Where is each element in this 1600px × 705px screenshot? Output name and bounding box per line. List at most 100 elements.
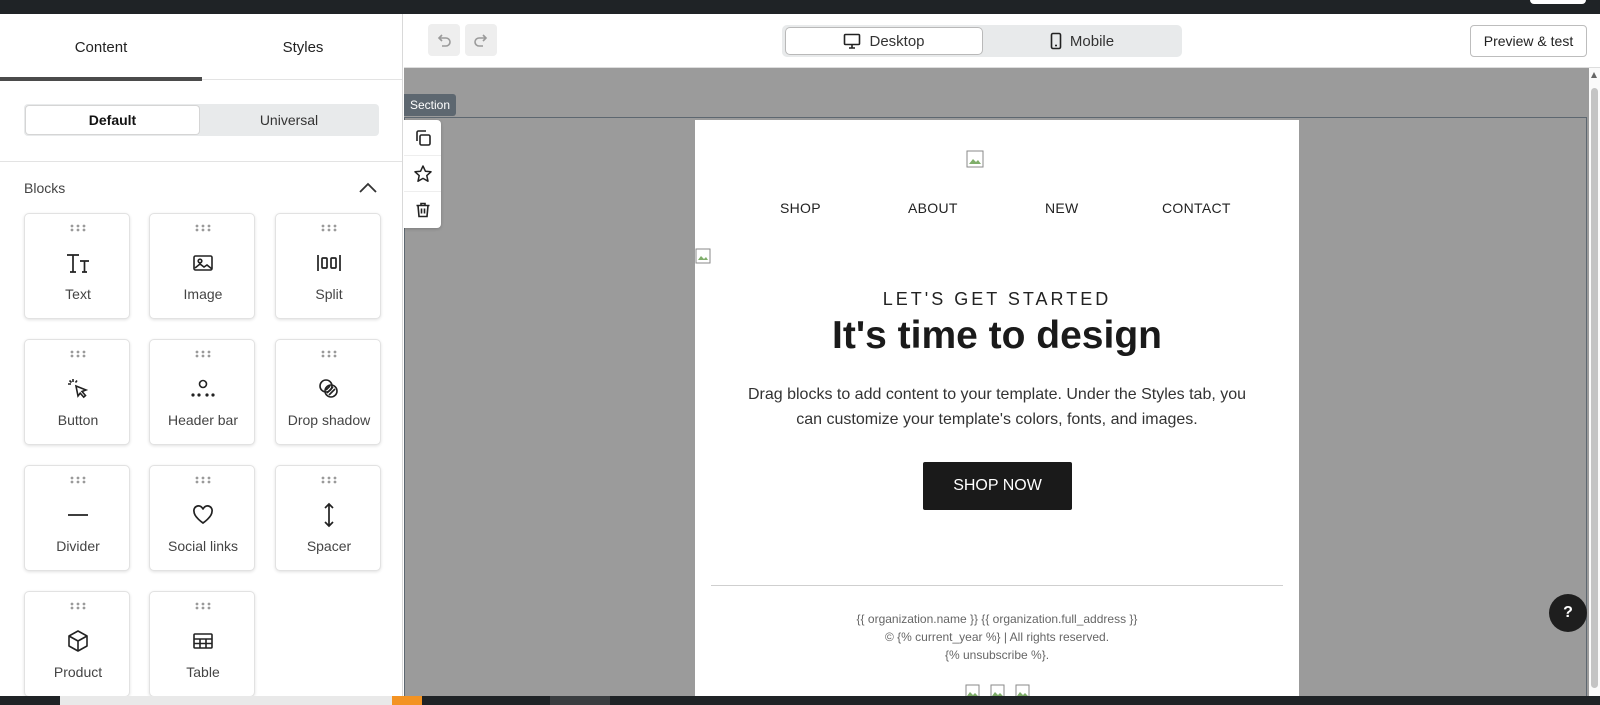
sidebar-divider xyxy=(0,161,402,162)
split-icon xyxy=(314,248,344,278)
undo-icon xyxy=(437,34,451,47)
editor-canvas: Section SHOP ABOUT NEW CONTACT LET'S GET… xyxy=(404,68,1589,696)
footer-copyright: © {% current_year %} | All rights reserv… xyxy=(884,630,1110,644)
email-preview[interactable]: SHOP ABOUT NEW CONTACT LET'S GET STARTED… xyxy=(695,120,1299,696)
block-label: Image xyxy=(183,286,223,302)
nav-about[interactable]: ABOUT xyxy=(908,200,958,216)
mobile-icon xyxy=(1050,32,1062,50)
block-table[interactable]: Table xyxy=(149,591,255,696)
block-divider[interactable]: Divider xyxy=(24,465,130,571)
email-body-text: Drag blocks to add content to your templ… xyxy=(747,386,1247,428)
email-nav: SHOP ABOUT NEW CONTACT xyxy=(695,200,1299,220)
toggle-universal[interactable]: Universal xyxy=(201,106,377,134)
top-bar-button[interactable] xyxy=(1530,0,1586,4)
tab-styles[interactable]: Styles xyxy=(202,14,402,80)
star-icon xyxy=(413,164,432,182)
spacer-icon xyxy=(314,500,344,530)
scroll-thumb[interactable] xyxy=(1591,88,1598,688)
delete-section-button[interactable] xyxy=(404,192,441,228)
block-label: Text xyxy=(65,286,91,302)
chevron-up-icon[interactable] xyxy=(357,177,379,199)
tab-content[interactable]: Content xyxy=(0,14,202,81)
device-desktop-button[interactable]: Desktop xyxy=(786,28,982,54)
cursor-click-icon xyxy=(63,374,93,404)
mode-toggle: Default Universal xyxy=(24,104,379,136)
drag-handle-icon xyxy=(195,350,211,358)
preview-test-button[interactable]: Preview & test xyxy=(1470,25,1587,57)
social-icon[interactable] xyxy=(990,684,1005,696)
drag-handle-icon xyxy=(321,350,337,358)
favorite-section-button[interactable] xyxy=(404,156,441,192)
block-label: Social links xyxy=(167,538,239,554)
block-drop-shadow[interactable]: Drop shadow xyxy=(275,339,381,445)
email-footer: {{ organization.name }} {{ organization.… xyxy=(695,610,1299,664)
table-icon xyxy=(188,626,218,656)
block-label: Split xyxy=(315,286,343,302)
help-button[interactable]: ? xyxy=(1549,594,1587,632)
toggle-default[interactable]: Default xyxy=(26,106,199,134)
social-icon[interactable] xyxy=(1015,684,1030,696)
duplicate-section-button[interactable] xyxy=(404,120,441,156)
block-label: Spacer xyxy=(306,538,352,554)
email-eyebrow: LET'S GET STARTED xyxy=(882,289,1112,309)
drag-handle-icon xyxy=(70,224,86,232)
shop-now-button[interactable]: SHOP NOW xyxy=(923,462,1072,510)
drag-handle-icon xyxy=(70,350,86,358)
block-header-bar[interactable]: Header bar xyxy=(149,339,255,445)
redo-icon xyxy=(474,34,488,47)
device-toggle: Desktop Mobile xyxy=(782,25,1182,57)
scroll-up-icon[interactable] xyxy=(1591,72,1597,78)
email-social-icons xyxy=(695,684,1299,696)
device-desktop-label: Desktop xyxy=(869,32,925,50)
drag-handle-icon xyxy=(321,476,337,484)
drag-handle-icon xyxy=(321,224,337,232)
cube-icon xyxy=(63,626,93,656)
footer-unsubscribe[interactable]: {% unsubscribe %}. xyxy=(695,646,1299,664)
editor-toolbar: Desktop Mobile Preview & test xyxy=(404,14,1600,68)
bottom-bar-segment xyxy=(550,696,610,705)
block-spacer[interactable]: Spacer xyxy=(275,465,381,571)
blocks-title: Blocks xyxy=(24,180,66,196)
block-button[interactable]: Button xyxy=(24,339,130,445)
header-bar-icon xyxy=(188,374,218,404)
block-label: Table xyxy=(186,664,220,680)
block-label: Button xyxy=(57,412,99,428)
social-icon[interactable] xyxy=(965,684,980,696)
bottom-bar-segment xyxy=(392,696,422,705)
block-text[interactable]: Text xyxy=(24,213,130,319)
copy-icon xyxy=(415,129,431,146)
nav-new[interactable]: NEW xyxy=(1045,200,1079,216)
block-label: Product xyxy=(53,664,103,680)
email-divider xyxy=(711,585,1283,586)
blocks-header: Blocks xyxy=(24,176,379,200)
redo-button[interactable] xyxy=(465,24,497,56)
block-social-links[interactable]: Social links xyxy=(149,465,255,571)
sidebar: Content Styles Default Universal Blocks … xyxy=(0,14,403,696)
bottom-bar-segment xyxy=(60,696,400,705)
sidebar-tabs: Content Styles xyxy=(0,14,402,81)
bottom-bar xyxy=(0,696,1600,705)
block-product[interactable]: Product xyxy=(24,591,130,696)
drag-handle-icon xyxy=(195,602,211,610)
block-label: Header bar xyxy=(167,412,239,428)
broken-image-icon xyxy=(695,248,711,264)
block-split[interactable]: Split xyxy=(275,213,381,319)
top-bar xyxy=(0,0,1600,14)
nav-shop[interactable]: SHOP xyxy=(780,200,821,216)
broken-image-icon xyxy=(966,150,984,168)
device-mobile-button[interactable]: Mobile xyxy=(986,28,1178,54)
device-mobile-label: Mobile xyxy=(1069,32,1115,50)
drag-handle-icon xyxy=(195,224,211,232)
nav-contact[interactable]: CONTACT xyxy=(1162,200,1231,216)
divider-icon xyxy=(63,500,93,530)
block-label: Drop shadow xyxy=(287,412,371,428)
desktop-icon xyxy=(844,33,861,49)
heart-icon xyxy=(188,500,218,530)
block-label: Divider xyxy=(56,538,100,554)
block-image[interactable]: Image xyxy=(149,213,255,319)
undo-button[interactable] xyxy=(428,24,460,56)
image-icon xyxy=(188,248,218,278)
canvas-scrollbar[interactable] xyxy=(1589,68,1600,696)
drag-handle-icon xyxy=(195,476,211,484)
drop-shadow-icon xyxy=(314,374,344,404)
